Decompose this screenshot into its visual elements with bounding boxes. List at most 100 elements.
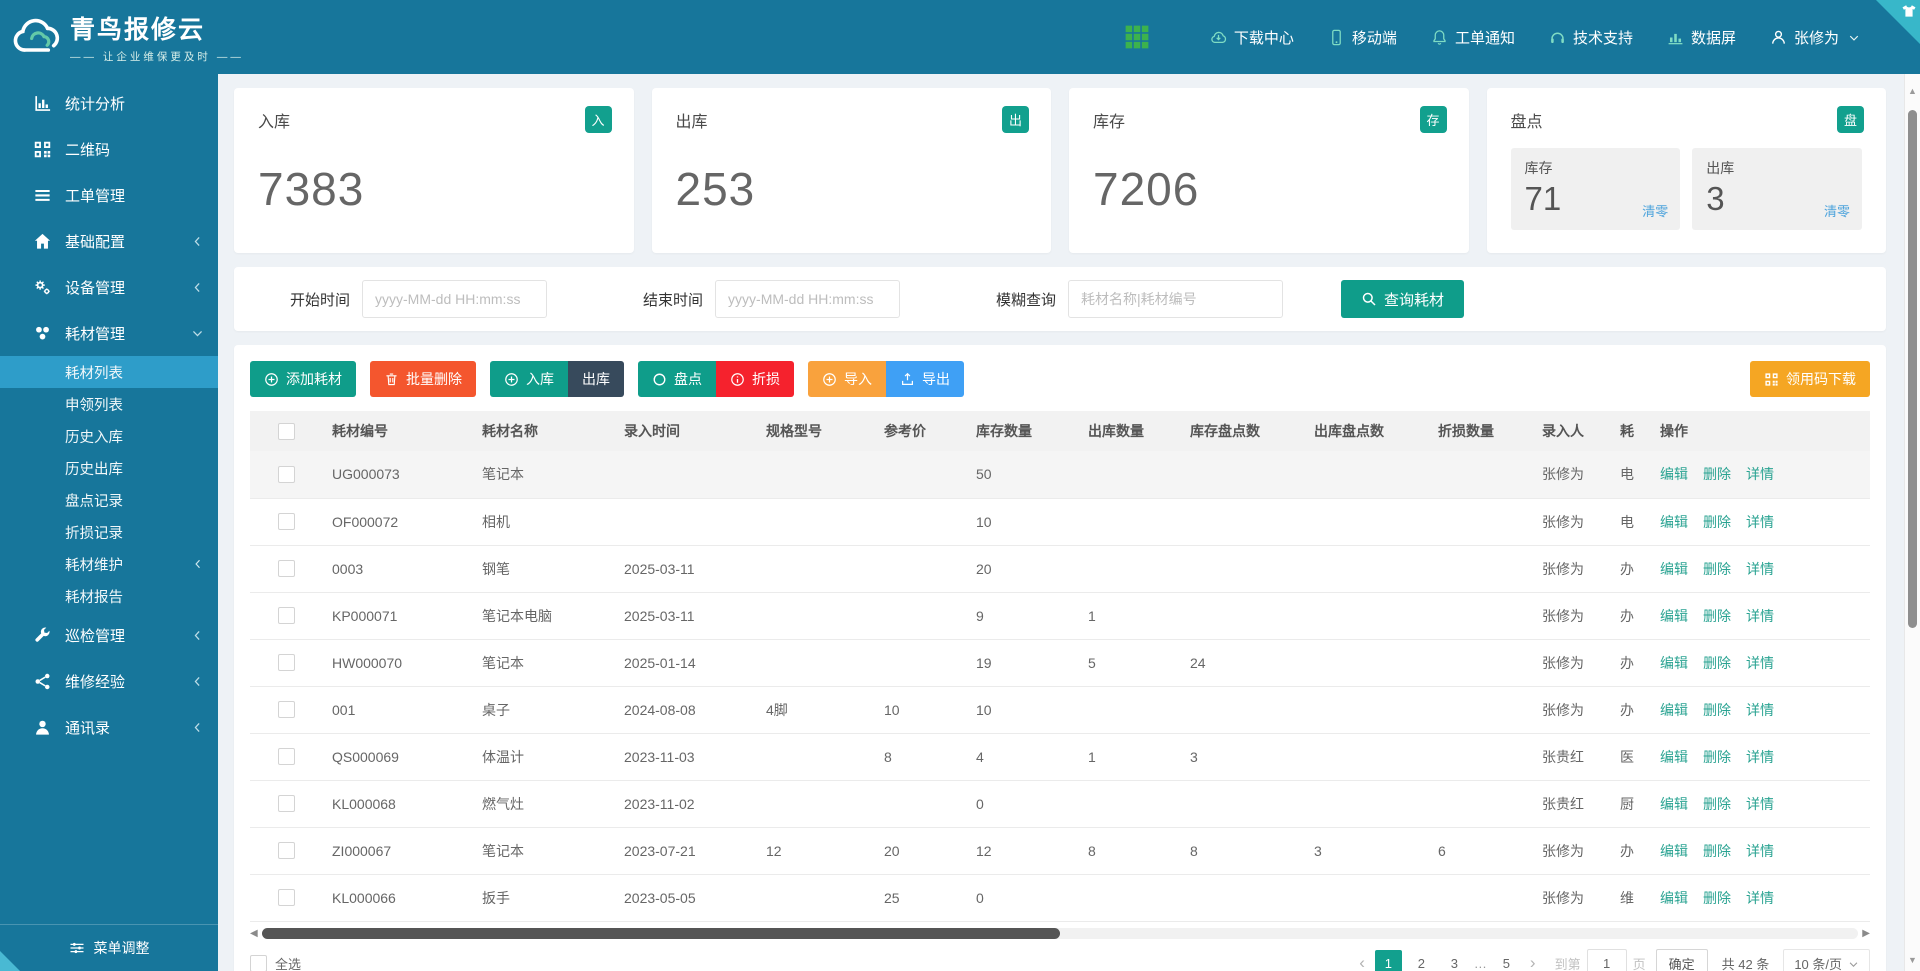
page-button[interactable]: 1 [1375,950,1402,971]
export-button[interactable]: 导出 [886,361,964,397]
page-button[interactable]: 2 [1408,950,1435,971]
sidebar-item-设备管理[interactable]: 设备管理 [0,264,218,310]
row-checkbox[interactable] [278,889,295,906]
next-page-button[interactable]: › [1523,953,1543,971]
detail-link[interactable]: 详情 [1746,702,1774,718]
sidebar-item-工单管理[interactable]: 工单管理 [0,172,218,218]
detail-link[interactable]: 详情 [1746,890,1774,906]
start-time-input[interactable] [362,280,547,318]
pickup-code-download-button[interactable]: 领用码下载 [1750,361,1870,397]
sidebar-subitem-耗材列表[interactable]: 耗材列表 [0,356,218,388]
nav-item[interactable]: 技术支持 [1549,27,1633,48]
import-button[interactable]: 导入 [808,361,886,397]
edit-link[interactable]: 编辑 [1660,655,1688,671]
menu-adjust-button[interactable]: 菜单调整 [0,924,218,971]
row-checkbox[interactable] [278,842,295,859]
detail-link[interactable]: 详情 [1746,514,1774,530]
scroll-down-arrow-icon[interactable]: ▼ [1905,955,1920,965]
select-all-header-checkbox[interactable] [278,423,295,440]
edit-link[interactable]: 编辑 [1660,749,1688,765]
delete-link[interactable]: 删除 [1703,514,1731,530]
select-all-checkbox[interactable] [250,955,267,971]
vertical-scrollbar[interactable]: ▲ ▼ [1904,74,1920,971]
delete-link[interactable]: 删除 [1703,466,1731,482]
add-consumable-button[interactable]: 添加耗材 [250,361,356,397]
nav-item[interactable]: 数据屏 [1667,27,1736,48]
delete-link[interactable]: 删除 [1703,749,1731,765]
delete-link[interactable]: 删除 [1703,890,1731,906]
goto-confirm-button[interactable]: 确定 [1656,949,1708,971]
damage-button[interactable]: 折损 [716,361,794,397]
sidebar-subitem-历史出库[interactable]: 历史出库 [0,452,218,484]
edit-link[interactable]: 编辑 [1660,702,1688,718]
sidebar-item-二维码[interactable]: 二维码 [0,126,218,172]
row-checkbox[interactable] [278,654,295,671]
delete-link[interactable]: 删除 [1703,561,1731,577]
edit-link[interactable]: 编辑 [1660,466,1688,482]
sidebar-subitem-耗材报告[interactable]: 耗材报告 [0,580,218,612]
delete-link[interactable]: 删除 [1703,843,1731,859]
edit-link[interactable]: 编辑 [1660,796,1688,812]
delete-link[interactable]: 删除 [1703,655,1731,671]
scroll-up-arrow-icon[interactable]: ▲ [1905,86,1920,96]
delete-link[interactable]: 删除 [1703,796,1731,812]
edit-link[interactable]: 编辑 [1660,890,1688,906]
sidebar-subitem-盘点记录[interactable]: 盘点记录 [0,484,218,516]
batch-delete-button[interactable]: 批量删除 [370,361,476,397]
fuzzy-search-input[interactable] [1068,280,1283,318]
clear-out-link[interactable]: 清零 [1824,201,1850,220]
end-time-input[interactable] [715,280,900,318]
row-checkbox[interactable] [278,466,295,483]
detail-link[interactable]: 详情 [1746,843,1774,859]
sidebar-subitem-折损记录[interactable]: 折损记录 [0,516,218,548]
sidebar-item-耗材管理[interactable]: 耗材管理 [0,310,218,356]
detail-link[interactable]: 详情 [1746,608,1774,624]
vertical-scroll-thumb[interactable] [1908,110,1917,628]
sidebar-item-巡检管理[interactable]: 巡检管理 [0,612,218,658]
edit-link[interactable]: 编辑 [1660,843,1688,859]
detail-link[interactable]: 详情 [1746,655,1774,671]
page-button[interactable]: 5 [1493,950,1520,971]
sidebar-item-通讯录[interactable]: 通讯录 [0,704,218,750]
sidebar-subitem-历史入库[interactable]: 历史入库 [0,420,218,452]
apps-grid-icon[interactable] [1124,24,1150,50]
search-consumables-button[interactable]: 查询耗材 [1341,280,1464,318]
sidebar-item-维修经验[interactable]: 维修经验 [0,658,218,704]
stocktake-button[interactable]: 盘点 [638,361,716,397]
sidebar-item-基础配置[interactable]: 基础配置 [0,218,218,264]
user-menu[interactable]: 张修为 [1770,27,1860,48]
edit-link[interactable]: 编辑 [1660,608,1688,624]
row-checkbox[interactable] [278,607,295,624]
delete-link[interactable]: 删除 [1703,608,1731,624]
detail-link[interactable]: 详情 [1746,796,1774,812]
page-size-select[interactable]: 10 条/页 [1783,949,1870,971]
detail-link[interactable]: 详情 [1746,749,1774,765]
horizontal-scroll-track[interactable] [262,928,1859,939]
detail-link[interactable]: 详情 [1746,561,1774,577]
theme-skin-corner[interactable] [1876,0,1920,44]
edit-link[interactable]: 编辑 [1660,561,1688,577]
row-checkbox[interactable] [278,701,295,718]
row-checkbox[interactable] [278,560,295,577]
scroll-right-arrow-icon[interactable]: ▶ [1862,929,1870,939]
sidebar-subitem-申领列表[interactable]: 申领列表 [0,388,218,420]
row-checkbox[interactable] [278,748,295,765]
clear-stock-link[interactable]: 清零 [1642,201,1668,220]
nav-item[interactable]: 工单通知 [1431,27,1515,48]
edit-link[interactable]: 编辑 [1660,514,1688,530]
goto-page-input[interactable] [1587,949,1627,971]
nav-item[interactable]: 移动端 [1328,27,1397,48]
horizontal-scroll-thumb[interactable] [262,928,1060,939]
detail-link[interactable]: 详情 [1746,466,1774,482]
row-checkbox[interactable] [278,795,295,812]
stock-in-button[interactable]: 入库 [490,361,568,397]
nav-item[interactable]: 下载中心 [1210,27,1294,48]
delete-link[interactable]: 删除 [1703,702,1731,718]
sidebar-item-统计分析[interactable]: 统计分析 [0,80,218,126]
scroll-left-arrow-icon[interactable]: ◀ [250,929,258,939]
prev-page-button[interactable]: ‹ [1352,953,1372,971]
stock-out-button[interactable]: 出库 [568,361,624,397]
row-checkbox[interactable] [278,513,295,530]
page-button[interactable]: 3 [1441,950,1468,971]
sidebar-subitem-耗材维护[interactable]: 耗材维护 [0,548,218,580]
